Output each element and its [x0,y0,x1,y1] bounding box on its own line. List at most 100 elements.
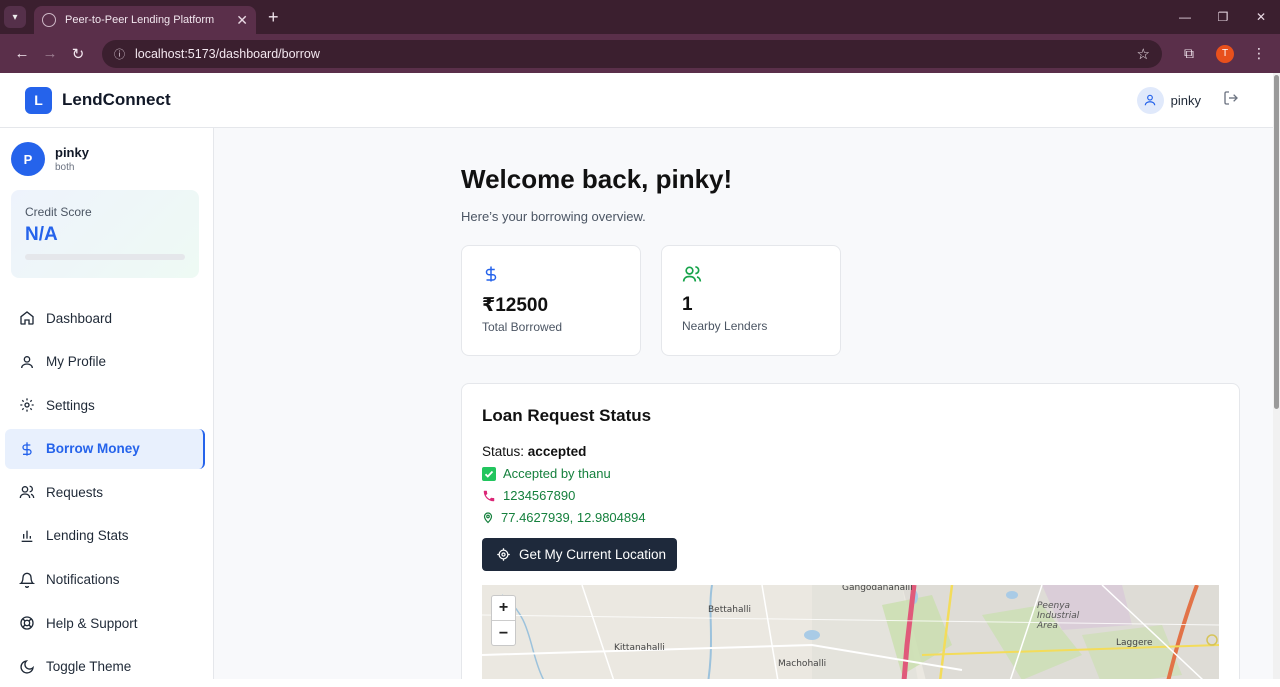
close-window-icon[interactable]: ✕ [1242,0,1280,34]
sidebar-user: P pinky both [0,128,213,190]
app-root: L LendConnect pinky P pinky both Credit … [0,73,1273,679]
sidebar-item-label: Help & Support [46,615,138,631]
top-navbar: L LendConnect pinky [0,73,1273,128]
map-label: Laggere [1116,638,1153,648]
map-label: Kittanahalli [614,643,665,653]
accepted-by-line: Accepted by thanu [482,466,1219,481]
user-menu: pinky [1136,86,1239,114]
logout-icon[interactable] [1223,90,1239,111]
address-bar-row: ← → ↻ ⓘ localhost:5173/dashboard/borrow … [0,34,1280,73]
tab-search-icon[interactable]: ▾ [4,6,26,28]
status-prefix: Status: [482,444,525,459]
credit-score-value: N/A [25,224,58,245]
brand-name[interactable]: LendConnect [62,90,171,110]
reload-icon[interactable]: ↻ [64,45,92,63]
globe-icon [42,13,56,27]
browser-tab[interactable]: Peer-to-Peer Lending Platform ✕ [34,6,256,34]
new-tab-icon[interactable]: + [268,7,279,28]
maximize-icon[interactable]: ❐ [1204,0,1242,34]
sidebar-username: pinky [55,145,89,160]
scrollbar-thumb[interactable] [1274,75,1279,409]
map-label: Machohalli [778,659,827,669]
avatar: P [11,142,45,176]
sidebar-item-my-profile[interactable]: My Profile [5,342,205,382]
bookmark-star-icon[interactable]: ☆ [1137,45,1150,63]
sidebar-item-label: Dashboard [46,310,113,326]
map-label: Peenya Industrial Area [1037,601,1080,631]
bar-chart-icon [21,530,33,542]
sidebar: P pinky both Credit Score N/A Dashboard … [0,128,214,679]
back-icon[interactable]: ← [8,45,36,62]
sidebar-item-label: Borrow Money [46,441,140,457]
phone-text: 1234567890 [503,488,576,503]
bell-icon [19,572,35,588]
credit-score-bar [25,254,185,260]
sidebar-item-requests[interactable]: Requests [5,472,205,512]
minimize-icon[interactable]: — [1166,0,1204,34]
borrow-overview: Welcome back, pinky! Here’s your borrowi… [461,128,1240,679]
sidebar-role: both [55,162,75,173]
sidebar-item-lending-stats[interactable]: Lending Stats [5,516,205,556]
sidebar-item-toggle-theme[interactable]: Toggle Theme [5,647,205,687]
users-icon [19,486,35,499]
loan-status-title: Loan Request Status [482,406,652,425]
gear-icon [20,398,34,412]
map-zoom-control: + − [491,595,516,646]
stat-label: Nearby Lenders [682,319,768,333]
forward-icon[interactable]: → [36,45,64,62]
accepted-by-text: Accepted by thanu [503,466,611,481]
page-scrollbar[interactable] [1273,73,1280,679]
check-box-icon [482,466,496,481]
moon-icon [20,659,34,674]
sidebar-item-help-support[interactable]: Help & Support [5,603,205,643]
site-info-icon[interactable]: ⓘ [114,46,125,62]
main-content: Welcome back, pinky! Here’s your borrowi… [214,128,1273,679]
sidebar-item-label: Toggle Theme [46,659,132,675]
lifebuoy-icon [20,616,34,630]
crosshair-icon [497,548,510,561]
browser-tab-strip: ▾ Peer-to-Peer Lending Platform ✕ + — ❐ … [0,0,1280,34]
close-tab-icon[interactable]: ✕ [236,12,248,29]
stat-label: Total Borrowed [482,320,563,334]
logo-icon[interactable]: L [25,86,52,114]
dollar-icon [22,442,32,456]
tab-title: Peer-to-Peer Lending Platform [65,14,215,26]
credit-score-label: Credit Score [25,205,92,219]
user-icon[interactable] [1136,86,1164,114]
phone-icon [482,489,496,503]
extensions-icon[interactable]: ⧉ [1184,45,1194,62]
sidebar-item-label: My Profile [46,354,107,370]
sidebar-item-label: Settings [46,397,95,413]
location-button-label: Get My Current Location [519,547,667,562]
loan-status-line: Status: accepted [482,444,1219,459]
stat-value: 1 [682,294,693,315]
sidebar-item-label: Lending Stats [46,528,129,544]
get-current-location-button[interactable]: Get My Current Location [482,538,677,571]
topnav-username[interactable]: pinky [1171,93,1201,108]
stat-card-nearby-lenders: 1 Nearby Lenders [661,245,841,356]
users-icon [682,264,820,286]
page-title: Welcome back, pinky! [461,164,733,194]
dollar-icon [482,264,620,286]
sidebar-item-notifications[interactable]: Notifications [5,560,205,600]
page-subtitle: Here’s your borrowing overview. [461,209,646,224]
coords-line: 77.4627939, 12.9804894 [482,510,1219,525]
stats-row: ₹12500 Total Borrowed 1 Nearby Lenders [461,245,1240,356]
stat-card-total-borrowed: ₹12500 Total Borrowed [461,245,641,356]
status-value: accepted [527,444,587,459]
user-icon [21,355,33,368]
location-map[interactable]: + − Gangodanahalli Bettahalli Kittanahal… [482,585,1219,679]
sidebar-item-settings[interactable]: Settings [5,385,205,425]
zoom-out-button[interactable]: − [492,621,515,646]
credit-score-card: Credit Score N/A [11,190,199,278]
sidebar-item-borrow-money[interactable]: Borrow Money [5,428,205,469]
sidebar-item-label: Notifications [46,572,120,588]
zoom-in-button[interactable]: + [492,596,515,621]
sidebar-item-dashboard[interactable]: Dashboard [5,298,205,338]
map-label: Gangodanahalli [842,585,913,593]
url-field[interactable]: ⓘ localhost:5173/dashboard/borrow ☆ [102,39,1162,68]
map-pin-icon [482,511,494,524]
browser-menu-icon[interactable]: ⋮ [1252,45,1266,62]
browser-profile-avatar[interactable]: T [1216,44,1234,63]
stat-value: ₹12500 [482,295,549,316]
